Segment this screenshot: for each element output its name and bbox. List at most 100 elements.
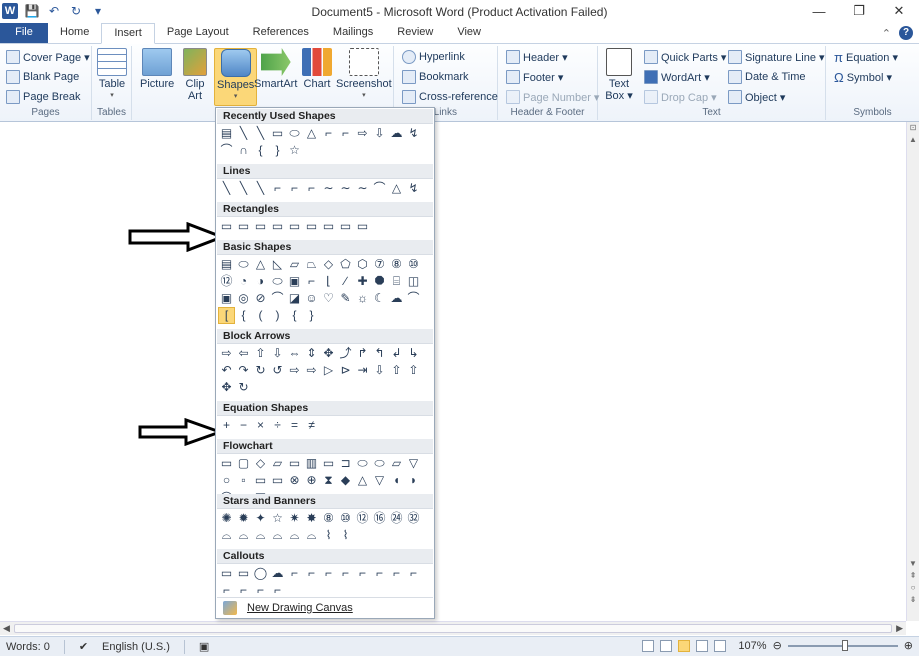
shape-option[interactable]: ⑩ (338, 511, 353, 526)
shape-option[interactable]: ⑦ (372, 257, 387, 272)
shape-option[interactable]: ⌐ (338, 566, 353, 581)
shape-option[interactable]: ☆ (287, 143, 302, 158)
shape-option[interactable]: ⇩ (372, 363, 387, 378)
shape-option[interactable]: ㉜ (406, 511, 421, 526)
shape-option[interactable]: ▢ (236, 456, 251, 471)
shape-option[interactable]: ╲ (253, 126, 268, 141)
shape-option[interactable]: { (287, 308, 302, 323)
shape-option[interactable]: ⌓ (219, 528, 234, 543)
shape-option[interactable]: ⌐ (270, 181, 285, 196)
shape-option[interactable]: ⌐ (389, 566, 404, 581)
shape-option[interactable]: ⌸ (389, 274, 404, 289)
shape-option[interactable]: ⇔ (287, 346, 302, 361)
header-button[interactable]: Header ▾ (506, 48, 568, 66)
shape-option[interactable]: ⌒ (406, 291, 421, 306)
tab-insert[interactable]: Insert (101, 23, 155, 44)
tab-references[interactable]: References (241, 23, 321, 43)
shape-option[interactable]: × (253, 418, 268, 433)
shape-option[interactable]: ↲ (389, 346, 404, 361)
shape-option[interactable]: ♡ (321, 291, 336, 306)
next-page-icon[interactable]: ⇟ (907, 594, 919, 606)
shape-option[interactable]: ☾ (372, 291, 387, 306)
shape-option[interactable]: ✹ (236, 511, 251, 526)
smartart-button[interactable]: SmartArt (254, 48, 297, 90)
shape-option[interactable]: ⌒ (219, 143, 234, 158)
document-canvas[interactable] (0, 122, 906, 621)
shape-option[interactable]: ☁ (270, 566, 285, 581)
shape-option[interactable]: ☁ (389, 291, 404, 306)
shape-option[interactable]: ⇩ (270, 346, 285, 361)
blank-page-button[interactable]: Blank Page (6, 68, 79, 86)
shape-option[interactable]: ⌓ (253, 528, 268, 543)
scroll-right-icon[interactable]: ▶ (896, 623, 903, 634)
prev-page-icon[interactable]: ⇞ (907, 570, 919, 582)
shape-option[interactable]: ⌇ (321, 528, 336, 543)
horizontal-scroll-thumb[interactable] (14, 624, 892, 633)
scroll-up-icon[interactable]: ▲ (907, 134, 919, 146)
shape-option[interactable]: ▭ (219, 566, 234, 581)
symbol-button[interactable]: Ω Symbol ▾ (834, 68, 892, 86)
shape-option[interactable]: ⌐ (321, 126, 336, 141)
shape-option[interactable]: ⯃ (372, 274, 387, 289)
shape-option[interactable]: ÷ (270, 418, 285, 433)
tab-page-layout[interactable]: Page Layout (155, 23, 241, 43)
picture-button[interactable]: Picture (140, 48, 174, 90)
shape-option[interactable]: ⌐ (304, 181, 319, 196)
shape-option[interactable]: ✎ (338, 291, 353, 306)
shape-option[interactable]: △ (389, 181, 404, 196)
shape-option[interactable]: ∩ (236, 143, 251, 158)
shape-option[interactable]: ⑩ (406, 257, 421, 272)
browse-object-icon[interactable]: ○ (907, 582, 919, 594)
shape-option[interactable]: ▽ (406, 456, 421, 471)
shape-option[interactable]: ▭ (253, 473, 268, 488)
shape-option[interactable]: ⬭ (270, 274, 285, 289)
shape-option[interactable]: ⌐ (372, 566, 387, 581)
shape-option[interactable]: ⊳ (338, 363, 353, 378)
hyperlink-button[interactable]: Hyperlink (402, 48, 465, 66)
shape-option[interactable]: ◔ (236, 274, 251, 289)
drop-cap-button[interactable]: Drop Cap ▾ (644, 88, 717, 106)
shape-option[interactable]: ▭ (236, 219, 251, 234)
shape-option[interactable]: ☼ (355, 291, 370, 306)
shape-option[interactable]: ▱ (270, 456, 285, 471)
page-break-button[interactable]: Page Break (6, 88, 80, 106)
shape-option[interactable]: − (236, 418, 251, 433)
scroll-down-icon[interactable]: ▼ (907, 558, 919, 570)
shape-option[interactable]: ≠ (304, 418, 319, 433)
shape-option[interactable]: ╲ (236, 181, 251, 196)
shape-option[interactable]: ▭ (355, 219, 370, 234)
shape-option[interactable]: ⌐ (321, 566, 336, 581)
shape-option[interactable]: ⌓ (270, 528, 285, 543)
shape-option[interactable]: ▭ (253, 219, 268, 234)
shape-option[interactable]: ( (253, 308, 268, 323)
shape-option[interactable]: ⬭ (372, 456, 387, 471)
shape-option[interactable]: { (253, 143, 268, 158)
shape-option[interactable]: [ (218, 307, 235, 324)
shape-option[interactable]: ⌐ (253, 583, 268, 598)
draft-view-button[interactable] (714, 639, 727, 652)
outline-view-button[interactable] (696, 639, 709, 652)
shape-option[interactable]: ◪ (287, 291, 302, 306)
shape-option[interactable]: ⌇ (338, 528, 353, 543)
shape-option[interactable]: ▤ (219, 126, 234, 141)
shape-option[interactable]: ▭ (287, 456, 302, 471)
shape-option[interactable]: ◆ (338, 473, 353, 488)
shape-option[interactable]: △ (253, 257, 268, 272)
zoom-slider[interactable] (787, 639, 898, 651)
shape-option[interactable]: ⌓ (304, 528, 319, 543)
shape-option[interactable]: ◯ (253, 566, 268, 581)
shape-option[interactable]: ▷ (321, 363, 336, 378)
shape-option[interactable]: ⌐ (287, 181, 302, 196)
footer-button[interactable]: Footer ▾ (506, 68, 563, 86)
shape-option[interactable]: ㉔ (389, 511, 404, 526)
shape-option[interactable]: ↺ (270, 363, 285, 378)
shape-option[interactable]: ⌐ (406, 566, 421, 581)
shape-option[interactable]: ⇨ (219, 346, 234, 361)
shape-option[interactable]: ⤴ (338, 346, 353, 361)
shape-option[interactable]: ◫ (406, 274, 421, 289)
shape-option[interactable]: ╲ (236, 126, 251, 141)
shape-option[interactable]: ⇧ (389, 363, 404, 378)
shape-option[interactable]: ⇦ (236, 346, 251, 361)
shape-option[interactable]: ↳ (406, 346, 421, 361)
shape-option[interactable]: ↯ (406, 181, 421, 196)
